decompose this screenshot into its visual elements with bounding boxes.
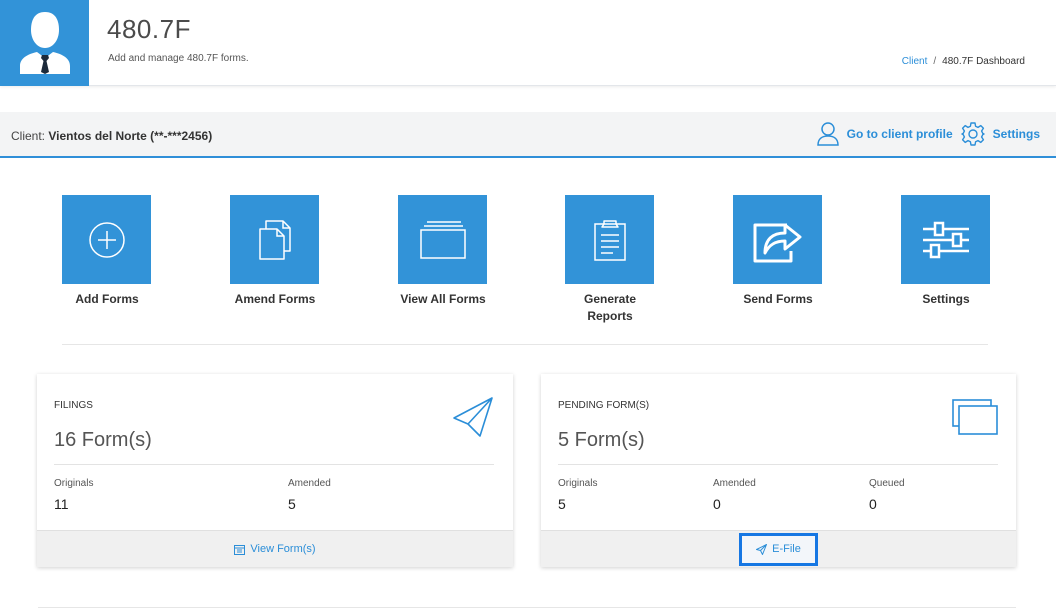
avatar (0, 0, 89, 86)
user-icon (20, 12, 70, 74)
pending-amended-value: 0 (713, 496, 721, 512)
share-icon (753, 223, 801, 262)
folders-icon (419, 220, 466, 259)
client-actions: Go to client profile Settings (816, 122, 1040, 146)
section-divider (62, 344, 988, 345)
breadcrumb-client-link[interactable]: Client (902, 56, 928, 67)
filings-originals-label: Originals (54, 478, 94, 489)
calendar-icon (234, 544, 246, 555)
filings-card: FILINGS 16 Form(s) Originals 11 Amended … (37, 374, 513, 567)
settings-tile-button[interactable] (901, 195, 990, 284)
tile-label-amend-forms: Amend Forms (234, 292, 316, 306)
view-all-forms-button[interactable] (398, 195, 487, 284)
e-file-label: E-File (772, 543, 801, 555)
filings-card-title: FILINGS (54, 400, 93, 411)
filings-card-footer: View Form(s) (37, 530, 513, 567)
pending-count: 5 Form(s) (558, 429, 645, 451)
gear-icon (960, 122, 985, 146)
pending-forms-card: PENDING FORM(S) 5 Form(s) Originals 5 Am… (541, 374, 1016, 567)
add-forms-button[interactable] (62, 195, 151, 284)
bottom-divider (38, 607, 1016, 608)
tile-label-generate-reports: Generate Reports (583, 292, 637, 323)
page-title: 480.7F (107, 14, 191, 44)
paper-plane-icon (453, 397, 493, 437)
person-icon (816, 122, 839, 146)
view-forms-link[interactable]: View Form(s) (234, 543, 316, 555)
view-forms-label: View Form(s) (250, 543, 316, 555)
clipboard-icon (593, 219, 626, 261)
page-subtitle: Add and manage 480.7F forms. (108, 53, 249, 64)
windows-icon (952, 399, 998, 435)
pending-originals-label: Originals (558, 478, 598, 489)
documents-icon (258, 219, 291, 260)
pending-originals-value: 5 (558, 496, 566, 512)
tile-send-forms[interactable]: Send Forms (733, 195, 823, 306)
client-label: Client: Vientos del Norte (**-***2456) (11, 129, 212, 143)
client-bar: Client: Vientos del Norte (**-***2456) G… (0, 112, 1056, 158)
tile-label-settings: Settings (922, 292, 970, 306)
breadcrumb: Client / 480.7F Dashboard (902, 56, 1025, 67)
tile-add-forms[interactable]: Add Forms (62, 195, 152, 306)
client-prefix: Client: (11, 129, 46, 143)
generate-reports-button[interactable] (565, 195, 654, 284)
tile-view-all-forms[interactable]: View All Forms (398, 195, 488, 306)
tile-label-add-forms: Add Forms (75, 292, 139, 306)
tile-amend-forms[interactable]: Amend Forms (230, 195, 320, 306)
pending-card-footer: E-File (541, 530, 1016, 567)
tile-settings[interactable]: Settings (901, 195, 991, 306)
pending-card-title: PENDING FORM(S) (558, 400, 650, 411)
tile-generate-reports[interactable]: Generate Reports (565, 195, 655, 323)
filings-card-divider (54, 464, 494, 465)
pending-card-divider (558, 464, 998, 465)
pending-queued-value: 0 (869, 496, 877, 512)
filings-amended-value: 5 (288, 496, 296, 512)
filings-originals-value: 11 (54, 496, 69, 512)
e-file-button[interactable]: E-File (739, 532, 818, 566)
sliders-icon (922, 221, 969, 258)
go-to-client-profile-link[interactable]: Go to client profile (816, 122, 953, 146)
page-header: 480.7F Add and manage 480.7F forms. Clie… (0, 0, 1056, 86)
pending-amended-label: Amended (713, 478, 756, 489)
settings-label: Settings (992, 127, 1040, 141)
filings-count: 16 Form(s) (54, 429, 152, 451)
filings-amended-label: Amended (288, 478, 331, 489)
tile-label-send-forms: Send Forms (743, 292, 813, 306)
go-to-client-profile-label: Go to client profile (846, 127, 953, 141)
breadcrumb-separator: / (933, 56, 937, 67)
client-name: Vientos del Norte (**-***2456) (48, 129, 213, 143)
breadcrumb-current: 480.7F Dashboard (942, 56, 1025, 67)
tile-label-view-all-forms: View All Forms (400, 292, 486, 306)
send-icon (756, 543, 768, 555)
amend-forms-button[interactable] (230, 195, 319, 284)
pending-queued-label: Queued (869, 478, 905, 489)
plus-circle-icon (88, 221, 125, 258)
settings-link[interactable]: Settings (960, 122, 1040, 146)
send-forms-button[interactable] (733, 195, 822, 284)
